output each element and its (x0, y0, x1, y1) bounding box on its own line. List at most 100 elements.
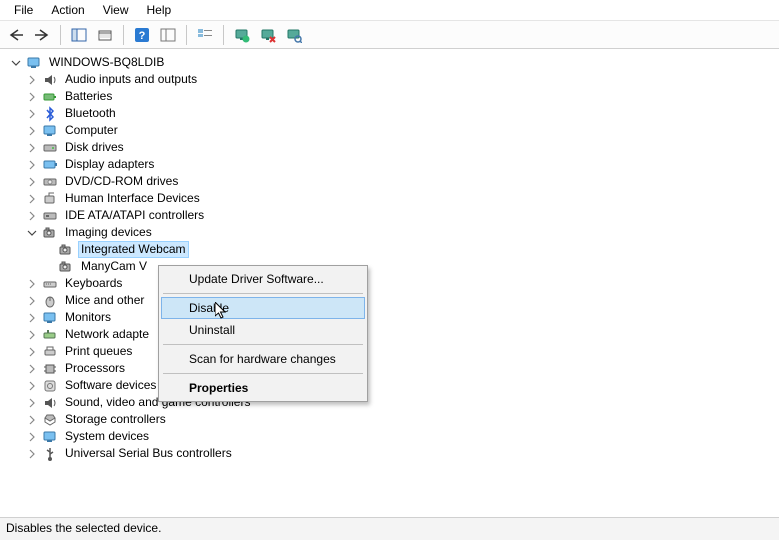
monitor-update-icon (234, 27, 250, 43)
menu-item-scan-hardware[interactable]: Scan for hardware changes (161, 348, 365, 370)
usb-icon (42, 446, 58, 462)
menu-separator (163, 344, 363, 345)
menu-file[interactable]: File (6, 1, 41, 19)
tree-item-network[interactable]: Network adapte (26, 326, 779, 343)
root-node[interactable]: WINDOWS-BQ8LDIB (10, 54, 779, 71)
toolbar-separator (123, 25, 124, 45)
dvd-icon (42, 174, 58, 190)
webcam-icon (58, 259, 74, 275)
expand-icon[interactable] (26, 363, 38, 375)
uninstall-button[interactable] (256, 24, 280, 46)
back-button[interactable] (4, 24, 28, 46)
tree-item-system-devices[interactable]: System devices (26, 428, 779, 445)
expand-icon[interactable] (26, 380, 38, 392)
menu-item-properties[interactable]: Properties (161, 377, 365, 399)
menu-item-disable[interactable]: Disable (161, 297, 365, 319)
mouse-icon (42, 293, 58, 309)
devices-by-type-button[interactable] (193, 24, 217, 46)
tree-item-storage-controllers[interactable]: Storage controllers (26, 411, 779, 428)
monitor-scan-icon (286, 27, 302, 43)
svg-text:?: ? (139, 30, 146, 42)
forward-button[interactable] (30, 24, 54, 46)
tree-item-dvd[interactable]: DVD/CD-ROM drives (26, 173, 779, 190)
battery-icon (42, 89, 58, 105)
printer-icon (42, 344, 58, 360)
tree-item-disk-drives[interactable]: Disk drives (26, 139, 779, 156)
menubar: File Action View Help (0, 0, 779, 21)
tree-item-display-adapters[interactable]: Display adapters (26, 156, 779, 173)
tree-item-monitors[interactable]: Monitors (26, 309, 779, 326)
monitor-icon (42, 310, 58, 326)
properties-toolbar-button[interactable] (93, 24, 117, 46)
show-hide-tree-button[interactable] (67, 24, 91, 46)
menu-action[interactable]: Action (43, 1, 92, 19)
camera-icon (42, 225, 58, 241)
menu-separator (163, 293, 363, 294)
expand-icon[interactable] (26, 74, 38, 86)
cpu-icon (42, 361, 58, 377)
tree-item-ide[interactable]: IDE ATA/ATAPI controllers (26, 207, 779, 224)
update-driver-button[interactable] (230, 24, 254, 46)
menu-view[interactable]: View (95, 1, 137, 19)
tree-item-sound[interactable]: Sound, video and game controllers (26, 394, 779, 411)
tree-item-usb[interactable]: Universal Serial Bus controllers (26, 445, 779, 462)
expand-icon[interactable] (26, 295, 38, 307)
expand-icon[interactable] (26, 159, 38, 171)
toolbar: ? (0, 21, 779, 49)
keyboard-icon (42, 276, 58, 292)
tree-item-batteries[interactable]: Batteries (26, 88, 779, 105)
expand-icon[interactable] (26, 431, 38, 443)
tree-item-hid[interactable]: Human Interface Devices (26, 190, 779, 207)
tree-item-keyboards[interactable]: Keyboards (26, 275, 779, 292)
device-tree-pane: WINDOWS-BQ8LDIB Audio inputs and outputs… (0, 49, 779, 517)
expand-icon[interactable] (26, 346, 38, 358)
computer-icon (26, 55, 42, 71)
webcam-icon (58, 242, 74, 258)
scan-hardware-button[interactable] (282, 24, 306, 46)
menu-item-update-driver[interactable]: Update Driver Software... (161, 268, 365, 290)
expand-icon[interactable] (26, 142, 38, 154)
device-tree[interactable]: WINDOWS-BQ8LDIB Audio inputs and outputs… (10, 54, 779, 462)
tree-item-integrated-webcam[interactable]: Integrated Webcam (42, 241, 779, 258)
expand-icon[interactable] (26, 125, 38, 137)
back-arrow-icon (8, 28, 24, 42)
expand-icon[interactable] (26, 210, 38, 222)
expand-icon[interactable] (26, 91, 38, 103)
controller-icon (42, 208, 58, 224)
tree-item-software-devices[interactable]: Software devices (26, 377, 779, 394)
status-bar: Disables the selected device. (0, 517, 779, 540)
expand-icon[interactable] (26, 176, 38, 188)
help-icon: ? (134, 27, 150, 43)
expand-icon[interactable] (26, 108, 38, 120)
disk-icon (42, 140, 58, 156)
menu-help[interactable]: Help (139, 1, 180, 19)
expand-icon[interactable] (26, 329, 38, 341)
software-icon (42, 378, 58, 394)
collapse-icon[interactable] (10, 57, 22, 69)
toolbar-separator (60, 25, 61, 45)
expand-icon[interactable] (26, 312, 38, 324)
root-label[interactable]: WINDOWS-BQ8LDIB (46, 54, 167, 71)
tree-item-bluetooth[interactable]: Bluetooth (26, 105, 779, 122)
expand-icon[interactable] (26, 397, 38, 409)
expand-icon[interactable] (26, 448, 38, 460)
tree-item-processors[interactable]: Processors (26, 360, 779, 377)
tree-item-imaging[interactable]: Imaging devices (26, 224, 779, 241)
layout-button[interactable] (156, 24, 180, 46)
expand-icon[interactable] (26, 414, 38, 426)
tree-item-manycam[interactable]: ManyCam V (42, 258, 779, 275)
hid-icon (42, 191, 58, 207)
properties-icon (97, 28, 113, 42)
tree-item-audio[interactable]: Audio inputs and outputs (26, 71, 779, 88)
expand-icon[interactable] (26, 278, 38, 290)
audio-icon (42, 72, 58, 88)
tree-item-print-queues[interactable]: Print queues (26, 343, 779, 360)
menu-item-uninstall[interactable]: Uninstall (161, 319, 365, 341)
expand-icon[interactable] (26, 193, 38, 205)
selected-device-label[interactable]: Integrated Webcam (78, 241, 189, 258)
help-toolbar-button[interactable]: ? (130, 24, 154, 46)
tree-item-mice[interactable]: Mice and other (26, 292, 779, 309)
collapse-icon[interactable] (26, 227, 38, 239)
console-tree-icon (71, 28, 87, 42)
tree-item-computer[interactable]: Computer (26, 122, 779, 139)
